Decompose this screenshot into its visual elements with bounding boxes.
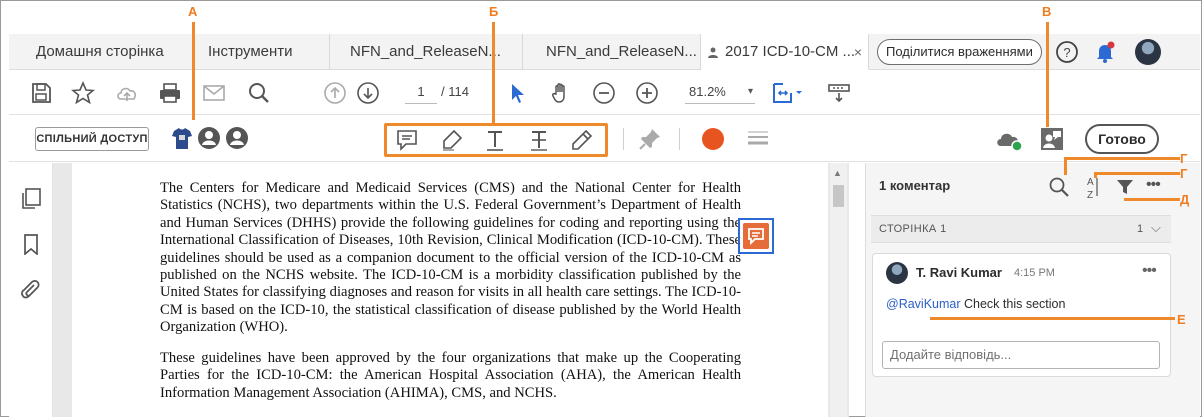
- zoom-in-icon[interactable]: [635, 81, 659, 105]
- divider: [679, 128, 680, 150]
- callout-line-a: [192, 22, 195, 120]
- sort-icon[interactable]: AZ: [1084, 174, 1100, 200]
- cloud-status-icon: [997, 133, 1023, 152]
- callout-label-d: Д: [1180, 192, 1190, 207]
- comment-text: @RaviKumar Check this section: [886, 297, 1066, 311]
- callout-label-v: В: [1042, 4, 1052, 19]
- svg-text:?: ?: [1063, 45, 1070, 60]
- comment-icon: [743, 223, 769, 249]
- line-style-icon[interactable]: [746, 127, 770, 151]
- sticky-note-marker[interactable]: [738, 218, 774, 254]
- hand-icon[interactable]: [549, 81, 573, 105]
- help-icon[interactable]: ?: [1055, 40, 1079, 64]
- tab-close-button[interactable]: ×: [854, 34, 862, 69]
- callout-line-b: [492, 22, 495, 123]
- highlight-icon[interactable]: [440, 128, 464, 152]
- callout-label-a: А: [188, 4, 198, 19]
- star-icon[interactable]: [71, 81, 95, 105]
- callout-label-g1: Г: [1180, 151, 1188, 166]
- left-rail: [9, 163, 53, 417]
- person-icon[interactable]: [198, 127, 220, 149]
- comment-count: 1 коментар: [879, 178, 951, 193]
- person-icon[interactable]: [226, 127, 248, 149]
- callout-line-g2-drop: [1094, 172, 1097, 178]
- save-icon[interactable]: [29, 81, 53, 105]
- main-toolbar: 1 / 114 81.2% ▾: [9, 71, 1200, 115]
- mention-link[interactable]: @RaviKumar: [886, 297, 961, 311]
- scroll-up-icon[interactable]: ▲: [833, 168, 842, 178]
- callout-line-g1-drop: [1064, 157, 1067, 175]
- comment-avatar: [886, 262, 908, 284]
- print-icon[interactable]: [158, 81, 182, 105]
- thumbnails-icon[interactable]: [20, 187, 42, 209]
- comment-user-icon[interactable]: [1039, 126, 1065, 152]
- user-avatar[interactable]: [1135, 39, 1161, 65]
- fit-page-icon[interactable]: [771, 81, 805, 105]
- callout-line-e: [930, 317, 1175, 320]
- more-icon[interactable]: •••: [1146, 176, 1161, 194]
- callout-label-b: Б: [489, 4, 499, 19]
- search-icon[interactable]: [247, 81, 271, 105]
- comment-toolbar: СПІЛЬНИЙ ДОСТУП Готово: [9, 116, 1200, 162]
- comment-time: 4:15 PM: [1014, 267, 1055, 279]
- callout-line-g2: [1094, 172, 1180, 175]
- svg-text:Z: Z: [1087, 190, 1093, 200]
- comment-more-icon[interactable]: •••: [1142, 262, 1157, 280]
- text-icon[interactable]: [483, 128, 507, 152]
- callout-line-v: [1046, 22, 1049, 127]
- strikethrough-icon[interactable]: [527, 128, 551, 152]
- tab-bar: Домашня сторінка Інструменти NFN_and_Rel…: [9, 34, 1200, 70]
- share-feedback-button[interactable]: Поділитися враженнями: [877, 39, 1042, 65]
- attachment-icon[interactable]: [20, 279, 42, 301]
- page-group-header[interactable]: СТОРІНКА 1 1 ⌵: [871, 215, 1171, 243]
- cloud-upload-icon[interactable]: [115, 81, 139, 105]
- color-picker[interactable]: [702, 128, 724, 150]
- document-paragraph: These guidelines have been approved by t…: [160, 350, 741, 401]
- callout-line-g1: [1064, 157, 1180, 160]
- shared-access-button[interactable]: СПІЛЬНИЙ ДОСТУП: [35, 127, 149, 151]
- select-icon[interactable]: [506, 81, 530, 105]
- sticky-note-icon[interactable]: [395, 128, 419, 152]
- divider: [623, 128, 624, 150]
- page-total: / 114: [441, 84, 469, 99]
- filter-icon[interactable]: [1116, 178, 1134, 196]
- bookmark-icon[interactable]: [20, 233, 42, 255]
- scroll-thumb[interactable]: [833, 185, 844, 207]
- mail-icon[interactable]: [202, 81, 226, 105]
- callout-line-d: [1124, 198, 1180, 201]
- scroll-icon[interactable]: [827, 81, 851, 105]
- callout-label-e: Е: [1177, 312, 1186, 327]
- prev-page-icon[interactable]: [323, 81, 347, 105]
- chevron-down-icon[interactable]: ⌵: [1151, 220, 1161, 236]
- page-number-input[interactable]: 1: [405, 80, 437, 104]
- search-icon[interactable]: [1048, 176, 1070, 198]
- tab-tools[interactable]: Інструменти: [193, 34, 330, 70]
- zoom-out-icon[interactable]: [592, 81, 616, 105]
- next-page-icon[interactable]: [356, 81, 380, 105]
- shirt-avatar-icon[interactable]: [171, 126, 193, 150]
- tab-document-2[interactable]: NFN_and_ReleaseN...: [523, 34, 701, 70]
- tab-document-active[interactable]: 2017 ICD-10-CM ... ×: [701, 34, 869, 70]
- callout-label-g2: Г: [1180, 166, 1188, 181]
- page-group-count: 1: [1137, 223, 1144, 235]
- pin-icon[interactable]: [638, 127, 662, 151]
- zoom-select[interactable]: 81.2% ▾: [685, 80, 755, 104]
- page-group-label: СТОРІНКА 1: [879, 223, 947, 235]
- document-paragraph: The Centers for Medicare and Medicaid Se…: [160, 180, 741, 336]
- bell-icon[interactable]: [1093, 40, 1117, 64]
- svg-text:A: A: [1087, 177, 1094, 188]
- tab-home[interactable]: Домашня сторінка: [9, 34, 193, 70]
- comment-author: T. Ravi Kumar: [916, 265, 1002, 280]
- shared-user-icon: [708, 47, 718, 58]
- reply-input[interactable]: Додайте відповідь...: [882, 341, 1160, 369]
- pencil-icon[interactable]: [570, 128, 594, 152]
- chevron-down-icon: ▾: [747, 86, 753, 97]
- done-button[interactable]: Готово: [1085, 124, 1159, 154]
